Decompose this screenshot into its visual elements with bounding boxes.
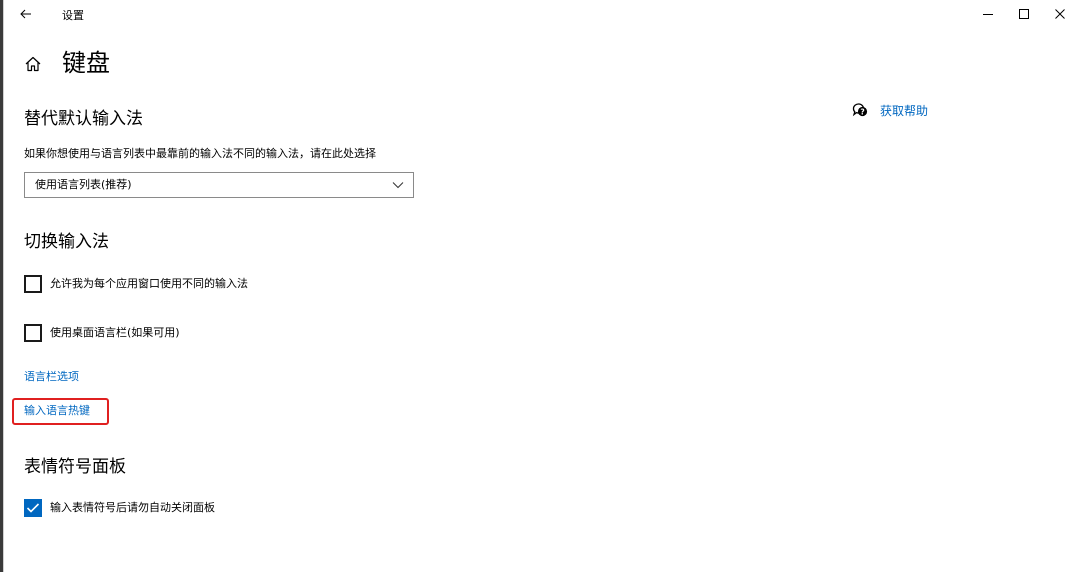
- desktop-language-bar-checkbox-row[interactable]: 使用桌面语言栏(如果可用): [24, 323, 180, 343]
- app-title: 设置: [62, 9, 84, 22]
- close-icon: [1055, 9, 1065, 19]
- arrow-left-icon: [20, 9, 31, 19]
- override-section-title: 替代默认输入法: [24, 109, 143, 129]
- page-title: 键盘: [62, 49, 110, 77]
- emoji-panel-checkbox[interactable]: [24, 499, 42, 517]
- emoji-panel-checkbox-row[interactable]: 输入表情符号后请勿自动关闭面板: [24, 498, 215, 518]
- emoji-section-title: 表情符号面板: [24, 457, 126, 477]
- chevron-down-icon: [392, 182, 404, 189]
- per-app-input-checkbox[interactable]: [24, 275, 42, 293]
- checkbox-label: 允许我为每个应用窗口使用不同的输入法: [50, 277, 248, 290]
- minimize-icon: [983, 14, 993, 15]
- desktop-language-bar-checkbox[interactable]: [24, 324, 42, 342]
- home-button[interactable]: [24, 55, 42, 73]
- override-description: 如果你想使用与语言列表中最靠前的输入法不同的输入法，请在此处选择: [24, 147, 376, 160]
- maximize-icon: [1019, 9, 1029, 19]
- back-button[interactable]: [14, 4, 38, 24]
- input-method-dropdown[interactable]: 使用语言列表(推荐): [24, 172, 414, 198]
- checkbox-label: 使用桌面语言栏(如果可用): [50, 326, 180, 339]
- get-help-label: 获取帮助: [880, 103, 929, 118]
- highlight-annotation-box: [12, 398, 109, 425]
- per-app-input-checkbox-row[interactable]: 允许我为每个应用窗口使用不同的输入法: [24, 274, 248, 294]
- window-left-border: [3, 0, 4, 572]
- svg-text:?: ?: [860, 107, 864, 116]
- checkbox-label: 输入表情符号后请勿自动关闭面板: [50, 501, 215, 514]
- close-button[interactable]: [1046, 3, 1074, 25]
- home-icon: [25, 56, 41, 72]
- checkmark-icon: [26, 503, 40, 513]
- dropdown-selected-value: 使用语言列表(推荐): [35, 178, 132, 191]
- switch-section-title: 切换输入法: [24, 232, 109, 252]
- chat-help-icon: ?: [852, 103, 868, 116]
- minimize-button[interactable]: [974, 3, 1002, 25]
- maximize-button[interactable]: [1010, 3, 1038, 25]
- language-bar-options-link[interactable]: 语言栏选项: [24, 370, 79, 384]
- get-help-link[interactable]: ? 获取帮助: [852, 101, 928, 119]
- title-bar: 设置: [4, 0, 1080, 30]
